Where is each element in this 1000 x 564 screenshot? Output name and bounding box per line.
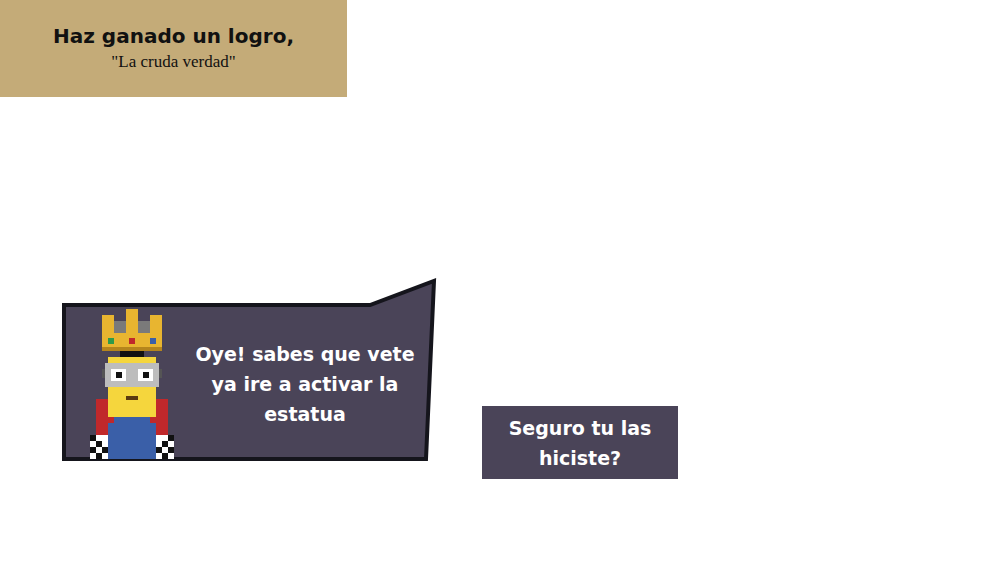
dialogue-text: Oye! sabes que vete ya ire a activar la … [180, 339, 422, 429]
speech-bubble: Oye! sabes que vete ya ire a activar la … [60, 277, 438, 463]
minion-king-icon [84, 309, 180, 459]
choice-button[interactable]: Seguro tu las hiciste? [482, 406, 678, 479]
achievement-title: Haz ganado un logro, [53, 24, 294, 48]
game-screen: Haz ganado un logro, "La cruda verdad" [0, 0, 1000, 564]
achievement-name: "La cruda verdad" [111, 52, 235, 72]
achievement-banner: Haz ganado un logro, "La cruda verdad" [0, 0, 347, 97]
